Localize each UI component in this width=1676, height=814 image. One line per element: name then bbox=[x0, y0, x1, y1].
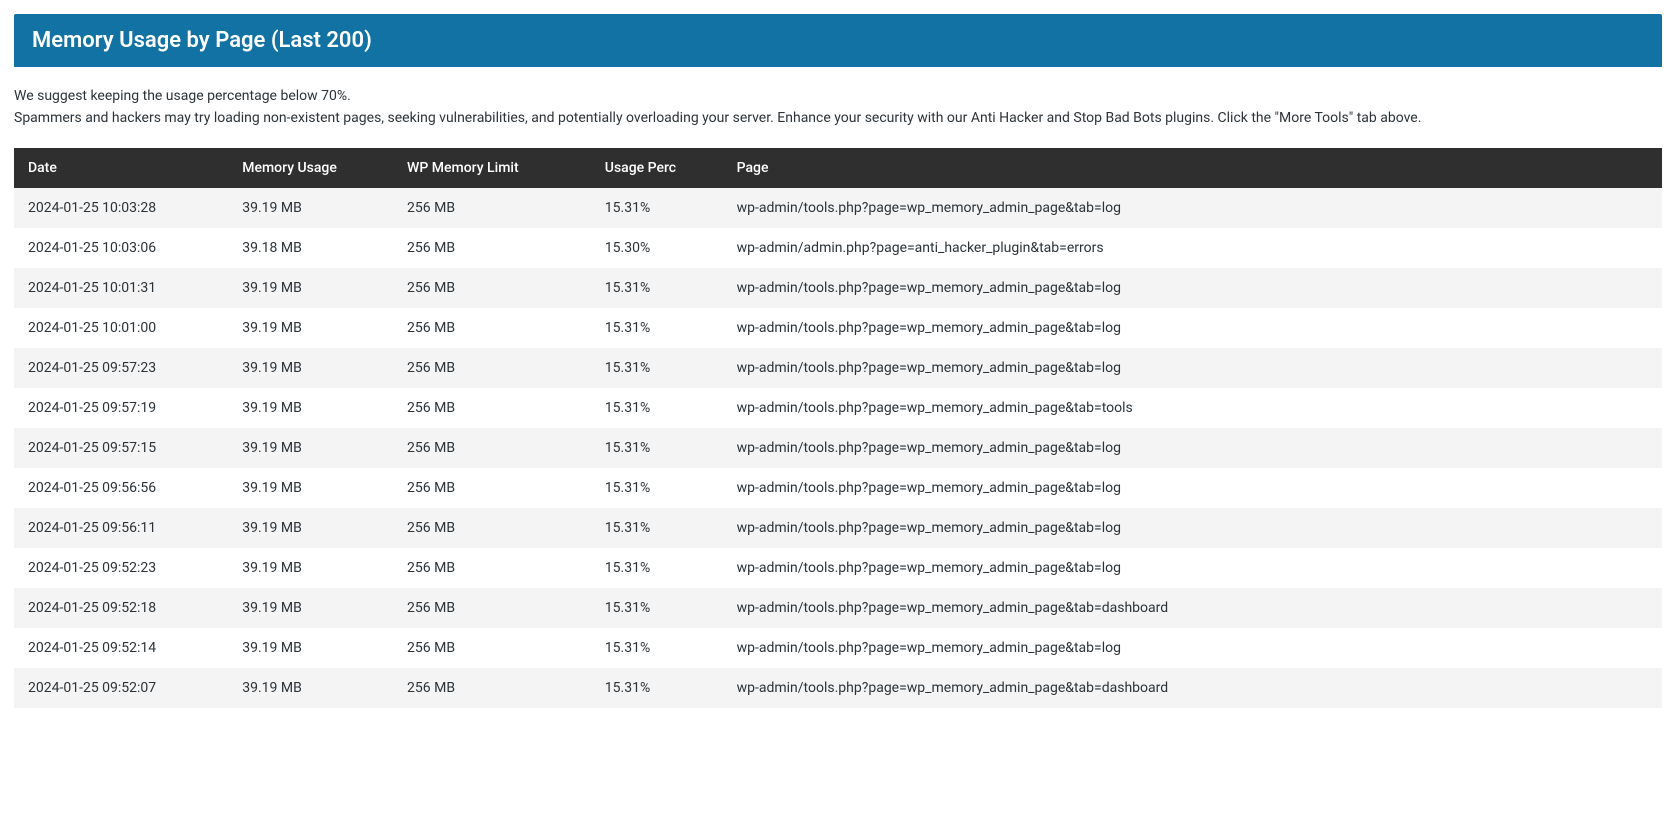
cell-page: wp-admin/tools.php?page=wp_memory_admin_… bbox=[723, 628, 1662, 668]
table-row: 2024-01-25 09:52:2339.19 MB256 MB15.31%w… bbox=[14, 548, 1662, 588]
cell-page: wp-admin/tools.php?page=wp_memory_admin_… bbox=[723, 388, 1662, 428]
cell-page: wp-admin/tools.php?page=wp_memory_admin_… bbox=[723, 508, 1662, 548]
table-header: Date Memory Usage WP Memory Limit Usage … bbox=[14, 148, 1662, 188]
cell-date: 2024-01-25 10:03:28 bbox=[14, 188, 228, 228]
cell-perc: 15.31% bbox=[591, 308, 723, 348]
cell-perc: 15.31% bbox=[591, 468, 723, 508]
cell-date: 2024-01-25 10:01:31 bbox=[14, 268, 228, 308]
cell-limit: 256 MB bbox=[393, 228, 591, 268]
cell-memory: 39.19 MB bbox=[228, 308, 393, 348]
cell-page: wp-admin/tools.php?page=wp_memory_admin_… bbox=[723, 268, 1662, 308]
cell-limit: 256 MB bbox=[393, 308, 591, 348]
table-row: 2024-01-25 10:03:2839.19 MB256 MB15.31%w… bbox=[14, 188, 1662, 228]
cell-memory: 39.19 MB bbox=[228, 668, 393, 708]
table-row: 2024-01-25 09:56:1139.19 MB256 MB15.31%w… bbox=[14, 508, 1662, 548]
table-row: 2024-01-25 09:57:1539.19 MB256 MB15.31%w… bbox=[14, 428, 1662, 468]
cell-limit: 256 MB bbox=[393, 388, 591, 428]
column-header-memory: Memory Usage bbox=[228, 148, 393, 188]
cell-perc: 15.31% bbox=[591, 588, 723, 628]
cell-date: 2024-01-25 10:01:00 bbox=[14, 308, 228, 348]
cell-memory: 39.19 MB bbox=[228, 268, 393, 308]
cell-perc: 15.31% bbox=[591, 388, 723, 428]
cell-page: wp-admin/tools.php?page=wp_memory_admin_… bbox=[723, 428, 1662, 468]
cell-memory: 39.19 MB bbox=[228, 388, 393, 428]
cell-date: 2024-01-25 09:57:19 bbox=[14, 388, 228, 428]
cell-limit: 256 MB bbox=[393, 548, 591, 588]
cell-memory: 39.19 MB bbox=[228, 628, 393, 668]
cell-date: 2024-01-25 09:52:14 bbox=[14, 628, 228, 668]
cell-date: 2024-01-25 09:56:11 bbox=[14, 508, 228, 548]
cell-memory: 39.18 MB bbox=[228, 228, 393, 268]
cell-date: 2024-01-25 09:57:23 bbox=[14, 348, 228, 388]
cell-limit: 256 MB bbox=[393, 428, 591, 468]
table-row: 2024-01-25 09:57:1939.19 MB256 MB15.31%w… bbox=[14, 388, 1662, 428]
cell-perc: 15.31% bbox=[591, 428, 723, 468]
description-block: We suggest keeping the usage percentage … bbox=[14, 67, 1662, 148]
cell-memory: 39.19 MB bbox=[228, 188, 393, 228]
cell-perc: 15.31% bbox=[591, 668, 723, 708]
cell-limit: 256 MB bbox=[393, 348, 591, 388]
table-row: 2024-01-25 10:01:3139.19 MB256 MB15.31%w… bbox=[14, 268, 1662, 308]
cell-perc: 15.31% bbox=[591, 628, 723, 668]
cell-date: 2024-01-25 09:57:15 bbox=[14, 428, 228, 468]
cell-memory: 39.19 MB bbox=[228, 428, 393, 468]
cell-limit: 256 MB bbox=[393, 188, 591, 228]
cell-perc: 15.30% bbox=[591, 228, 723, 268]
cell-page: wp-admin/admin.php?page=anti_hacker_plug… bbox=[723, 228, 1662, 268]
table-row: 2024-01-25 09:52:1839.19 MB256 MB15.31%w… bbox=[14, 588, 1662, 628]
table-row: 2024-01-25 09:52:0739.19 MB256 MB15.31%w… bbox=[14, 668, 1662, 708]
cell-date: 2024-01-25 09:52:23 bbox=[14, 548, 228, 588]
memory-usage-table: Date Memory Usage WP Memory Limit Usage … bbox=[14, 148, 1662, 708]
cell-limit: 256 MB bbox=[393, 588, 591, 628]
cell-page: wp-admin/tools.php?page=wp_memory_admin_… bbox=[723, 668, 1662, 708]
cell-limit: 256 MB bbox=[393, 268, 591, 308]
panel-title: Memory Usage by Page (Last 200) bbox=[32, 28, 372, 53]
cell-page: wp-admin/tools.php?page=wp_memory_admin_… bbox=[723, 188, 1662, 228]
cell-memory: 39.19 MB bbox=[228, 548, 393, 588]
column-header-limit: WP Memory Limit bbox=[393, 148, 591, 188]
cell-perc: 15.31% bbox=[591, 508, 723, 548]
table-row: 2024-01-25 09:52:1439.19 MB256 MB15.31%w… bbox=[14, 628, 1662, 668]
table-row: 2024-01-25 10:01:0039.19 MB256 MB15.31%w… bbox=[14, 308, 1662, 348]
column-header-date: Date bbox=[14, 148, 228, 188]
cell-limit: 256 MB bbox=[393, 628, 591, 668]
cell-perc: 15.31% bbox=[591, 188, 723, 228]
column-header-perc: Usage Perc bbox=[591, 148, 723, 188]
cell-date: 2024-01-25 09:52:07 bbox=[14, 668, 228, 708]
panel-header: Memory Usage by Page (Last 200) bbox=[14, 14, 1662, 67]
table-body: 2024-01-25 10:03:2839.19 MB256 MB15.31%w… bbox=[14, 188, 1662, 708]
cell-page: wp-admin/tools.php?page=wp_memory_admin_… bbox=[723, 308, 1662, 348]
cell-date: 2024-01-25 10:03:06 bbox=[14, 228, 228, 268]
table-row: 2024-01-25 10:03:0639.18 MB256 MB15.30%w… bbox=[14, 228, 1662, 268]
cell-limit: 256 MB bbox=[393, 668, 591, 708]
cell-page: wp-admin/tools.php?page=wp_memory_admin_… bbox=[723, 548, 1662, 588]
description-line-2: Spammers and hackers may try loading non… bbox=[14, 107, 1662, 129]
cell-memory: 39.19 MB bbox=[228, 468, 393, 508]
table-row: 2024-01-25 09:57:2339.19 MB256 MB15.31%w… bbox=[14, 348, 1662, 388]
cell-date: 2024-01-25 09:52:18 bbox=[14, 588, 228, 628]
cell-memory: 39.19 MB bbox=[228, 588, 393, 628]
cell-date: 2024-01-25 09:56:56 bbox=[14, 468, 228, 508]
cell-page: wp-admin/tools.php?page=wp_memory_admin_… bbox=[723, 588, 1662, 628]
cell-memory: 39.19 MB bbox=[228, 508, 393, 548]
cell-page: wp-admin/tools.php?page=wp_memory_admin_… bbox=[723, 348, 1662, 388]
cell-page: wp-admin/tools.php?page=wp_memory_admin_… bbox=[723, 468, 1662, 508]
description-line-1: We suggest keeping the usage percentage … bbox=[14, 85, 1662, 107]
column-header-page: Page bbox=[723, 148, 1662, 188]
cell-limit: 256 MB bbox=[393, 468, 591, 508]
table-row: 2024-01-25 09:56:5639.19 MB256 MB15.31%w… bbox=[14, 468, 1662, 508]
cell-perc: 15.31% bbox=[591, 268, 723, 308]
cell-limit: 256 MB bbox=[393, 508, 591, 548]
cell-perc: 15.31% bbox=[591, 548, 723, 588]
cell-memory: 39.19 MB bbox=[228, 348, 393, 388]
cell-perc: 15.31% bbox=[591, 348, 723, 388]
